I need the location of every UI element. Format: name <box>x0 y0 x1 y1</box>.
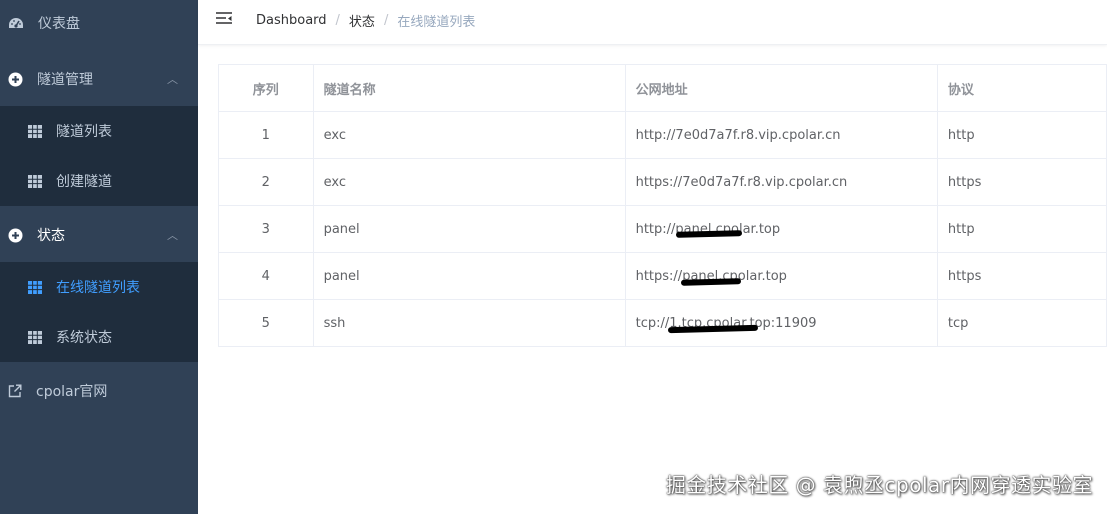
online-tunnel-table: 序列 隧道名称 公网地址 协议 1 exc http://7e0d7a7f.r8… <box>218 64 1107 347</box>
cell-protocol: http <box>936 205 1107 253</box>
cell-index: 4 <box>218 252 314 300</box>
menu-system-status[interactable]: 系统状态 <box>0 314 198 360</box>
menu-cpolar-website-label: cpolar官网 <box>36 384 108 400</box>
menu-online-tunnel-list-label: 在线隧道列表 <box>56 280 140 296</box>
grid-icon <box>28 280 42 294</box>
menu-dashboard-label: 仪表盘 <box>38 16 80 32</box>
cell-tunnel-name: panel <box>312 205 626 253</box>
header-protocol: 协议 <box>936 64 1107 112</box>
grid-icon <box>28 174 42 188</box>
menu-create-tunnel-label: 创建隧道 <box>56 174 112 190</box>
cell-public-address: https://7e0d7a7f.r8.vip.cpolar.cn <box>624 158 938 206</box>
external-link-icon <box>8 384 22 398</box>
menu-cpolar-website[interactable]: cpolar官网 <box>0 368 198 414</box>
breadcrumb-current: 在线隧道列表 <box>397 15 476 30</box>
menu-tunnel-management[interactable]: 隧道管理 ︿ <box>0 56 198 102</box>
cell-tunnel-name: exc <box>312 158 626 206</box>
menu-create-tunnel[interactable]: 创建隧道 <box>0 158 198 204</box>
cell-index: 2 <box>218 158 314 206</box>
table-row: 2 exc https://7e0d7a7f.r8.vip.cpolar.cn … <box>218 158 1107 206</box>
cell-protocol: tcp <box>936 299 1107 347</box>
plus-circle-icon <box>8 228 23 243</box>
cell-tunnel-name: panel <box>312 252 626 300</box>
chevron-up-icon: ︿ <box>167 73 178 86</box>
cell-public-address: http://panel.cpolar.top <box>624 205 938 253</box>
grid-icon <box>28 330 42 344</box>
cell-protocol: https <box>936 252 1107 300</box>
breadcrumb: Dashboard / 状态 / 在线隧道列表 <box>256 11 475 30</box>
header-tunnel-name: 隧道名称 <box>312 64 626 112</box>
menu-tunnel-list[interactable]: 隧道列表 <box>0 108 198 154</box>
table-row: 3 panel http://panel.cpolar.top http <box>218 205 1107 253</box>
grid-icon <box>28 124 42 138</box>
navbar: Dashboard / 状态 / 在线隧道列表 <box>198 0 1107 45</box>
cell-index: 3 <box>218 205 314 253</box>
menu-dashboard[interactable]: 仪表盘 <box>0 0 198 46</box>
cell-index: 1 <box>218 111 314 159</box>
cell-public-address: tcp://1.tcp.cpolar.top:11909 <box>624 299 938 347</box>
menu-system-status-label: 系统状态 <box>56 330 112 346</box>
sidebar: 仪表盘 隧道管理 ︿ 隧道列表 创建隧道 状态 ︿ 在线隧道列表 系统状态 cp… <box>0 0 198 514</box>
cell-public-address: http://7e0d7a7f.r8.vip.cpolar.cn <box>624 111 938 159</box>
watermark: 掘金技术社区 @ 袁煦丞cpolar内网穿透实验室 <box>665 473 1093 497</box>
menu-status[interactable]: 状态 ︿ <box>0 212 198 258</box>
table-row: 1 exc http://7e0d7a7f.r8.vip.cpolar.cn h… <box>218 111 1107 159</box>
header-public-address: 公网地址 <box>624 64 938 112</box>
breadcrumb-dashboard[interactable]: Dashboard <box>256 13 327 28</box>
main-content: Dashboard / 状态 / 在线隧道列表 序列 隧道名称 公网地址 协议 … <box>198 0 1107 514</box>
table-row: 4 panel https://panel.cpolar.top https <box>218 252 1107 300</box>
header-index: 序列 <box>218 64 314 112</box>
cell-public-address: https://panel.cpolar.top <box>624 252 938 300</box>
breadcrumb-status: 状态 <box>348 15 375 30</box>
table-header-row: 序列 隧道名称 公网地址 协议 <box>218 64 1107 112</box>
menu-tunnel-management-label: 隧道管理 <box>37 72 93 88</box>
menu-online-tunnel-list[interactable]: 在线隧道列表 <box>0 264 198 310</box>
cell-tunnel-name: exc <box>312 111 626 159</box>
breadcrumb-separator: / <box>383 13 389 28</box>
plus-circle-icon <box>8 72 23 87</box>
hamburger-icon[interactable] <box>215 11 233 29</box>
cell-protocol: http <box>936 111 1107 159</box>
table-row: 5 ssh tcp://1.tcp.cpolar.top:11909 tcp <box>218 299 1107 347</box>
menu-tunnel-list-label: 隧道列表 <box>56 124 112 140</box>
cell-protocol: https <box>936 158 1107 206</box>
dashboard-icon <box>8 16 24 30</box>
breadcrumb-separator: / <box>335 13 340 28</box>
cell-tunnel-name: ssh <box>312 299 626 347</box>
chevron-up-icon: ︿ <box>167 229 178 242</box>
cell-index: 5 <box>218 299 314 347</box>
menu-status-label: 状态 <box>37 228 65 244</box>
